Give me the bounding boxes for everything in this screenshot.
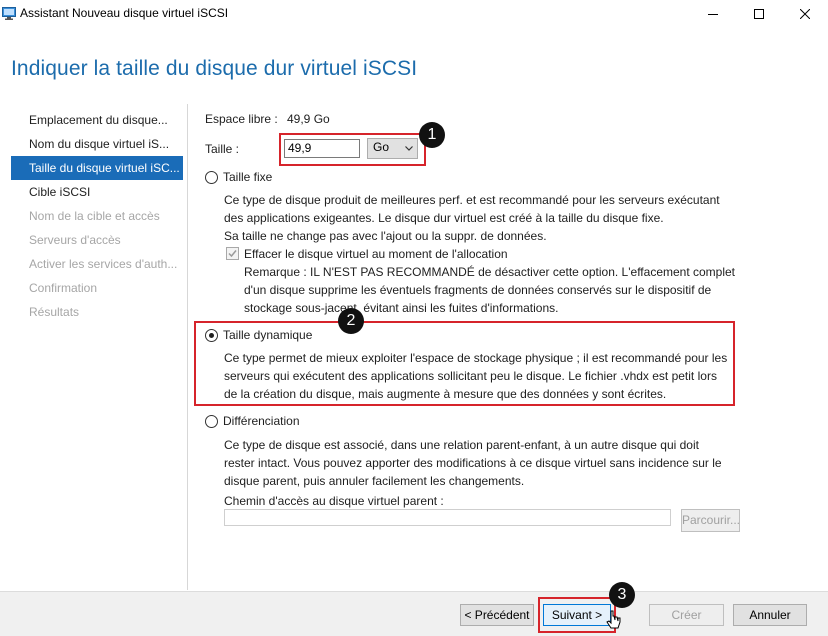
differencing-radio[interactable] bbox=[205, 415, 218, 428]
parent-path-label: Chemin d'accès au disque virtuel parent … bbox=[224, 494, 444, 508]
parent-path-input[interactable] bbox=[224, 509, 671, 526]
fixed-size-radio[interactable] bbox=[205, 171, 218, 184]
page-title: Indiquer la taille du disque dur virtuel… bbox=[11, 57, 418, 80]
fixed-desc-line: Ce type de disque produit de meilleures … bbox=[224, 193, 720, 207]
annotation-badge-1: 1 bbox=[419, 122, 445, 148]
app-icon bbox=[2, 7, 16, 20]
fixed-size-description: Ce type de disque produit de meilleures … bbox=[224, 191, 744, 245]
nav-step-6: Serveurs d'accès bbox=[29, 233, 121, 247]
fixed-desc-line: des applications exigeantes. Le disque d… bbox=[224, 211, 664, 225]
maximize-icon bbox=[754, 9, 764, 19]
free-space-value: 49,9 Go bbox=[287, 112, 330, 126]
remark-line: Remarque : IL N'EST PAS RECOMMANDÉ de dé… bbox=[244, 265, 736, 279]
footer-bar: < Précédent Suivant > Créer Annuler bbox=[0, 591, 828, 636]
title-bar: Assistant Nouveau disque virtuel iSCSI bbox=[0, 0, 828, 28]
create-button[interactable]: Créer bbox=[649, 604, 724, 626]
dynamic-size-description: Ce type permet de mieux exploiter l'espa… bbox=[224, 349, 734, 403]
maximize-button[interactable] bbox=[736, 0, 782, 28]
remark-line: d'un disque supprime les éventuels fragm… bbox=[244, 283, 712, 297]
diff-desc-line: rester intact. Vous pouvez apporter des … bbox=[224, 456, 722, 470]
differencing-description: Ce type de disque est associé, dans une … bbox=[224, 436, 744, 490]
dynamic-desc-line: de la création du disque, mais augmente … bbox=[224, 387, 667, 401]
annotation-badge-3: 3 bbox=[609, 582, 635, 608]
dynamic-size-radio[interactable] bbox=[205, 329, 218, 342]
nav-step-3[interactable]: Taille du disque virtuel iSC... bbox=[11, 156, 183, 180]
mouse-cursor-icon bbox=[606, 610, 621, 629]
nav-step-5: Nom de la cible et accès bbox=[29, 209, 160, 223]
erase-disk-remark: Remarque : IL N'EST PAS RECOMMANDÉ de dé… bbox=[244, 263, 744, 317]
nav-step-4[interactable]: Cible iSCSI bbox=[11, 180, 183, 204]
divider bbox=[187, 104, 188, 590]
nav-step-7: Activer les services d'auth... bbox=[29, 257, 178, 271]
nav-step-8: Confirmation bbox=[29, 281, 98, 295]
browse-button[interactable]: Parcourir... bbox=[681, 509, 740, 532]
minimize-icon bbox=[708, 14, 718, 15]
cancel-button[interactable]: Annuler bbox=[733, 604, 807, 626]
erase-disk-checkbox[interactable] bbox=[226, 247, 239, 260]
size-label: Taille : bbox=[205, 142, 240, 156]
diff-desc-line: disque parent, puis annuler facilement l… bbox=[224, 474, 525, 488]
wizard-steps-nav: Emplacement du disque... Nom du disque vi… bbox=[11, 108, 183, 324]
annotation-box-size bbox=[279, 133, 426, 166]
minimize-button[interactable] bbox=[690, 0, 736, 28]
previous-button[interactable]: < Précédent bbox=[460, 604, 534, 626]
nav-step-9: Résultats bbox=[29, 305, 80, 319]
dynamic-size-label: Taille dynamique bbox=[223, 328, 313, 342]
dynamic-desc-line: serveurs qui exécutent des applications … bbox=[224, 369, 717, 383]
diff-desc-line: Ce type de disque est associé, dans une … bbox=[224, 438, 699, 452]
close-icon bbox=[800, 9, 810, 19]
free-space-label: Espace libre : bbox=[205, 112, 278, 126]
nav-step-2[interactable]: Nom du disque virtuel iS... bbox=[11, 132, 183, 156]
dynamic-desc-line: Ce type permet de mieux exploiter l'espa… bbox=[224, 351, 728, 365]
erase-disk-label: Effacer le disque virtuel au moment de l… bbox=[244, 247, 508, 261]
window-title: Assistant Nouveau disque virtuel iSCSI bbox=[20, 6, 229, 20]
annotation-box-next bbox=[538, 597, 616, 633]
annotation-badge-2: 2 bbox=[338, 308, 364, 334]
nav-step-1[interactable]: Emplacement du disque... bbox=[11, 108, 183, 132]
checkmark-icon bbox=[228, 250, 237, 258]
remark-line: stockage sous-jacent, évitant ainsi les … bbox=[244, 301, 559, 315]
close-button[interactable] bbox=[782, 0, 828, 28]
fixed-desc-line: Sa taille ne change pas avec l'ajout ou … bbox=[224, 229, 547, 243]
differencing-label: Différenciation bbox=[223, 414, 300, 428]
fixed-size-label: Taille fixe bbox=[223, 170, 273, 184]
